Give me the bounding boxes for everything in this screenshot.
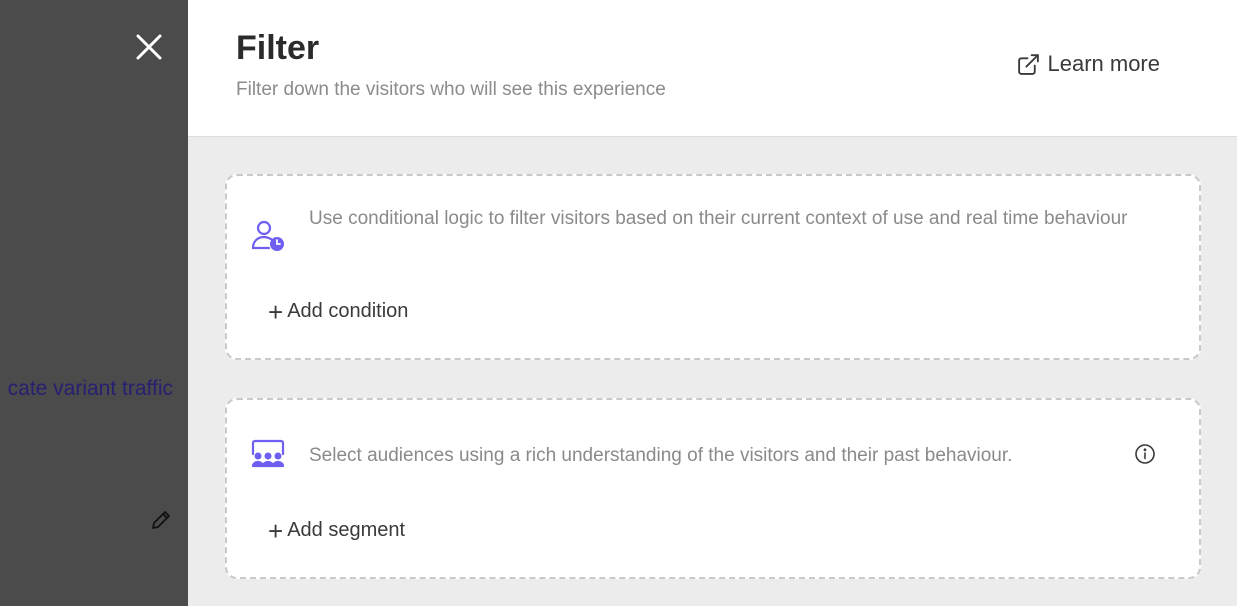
background-link-text: cate variant traffic (7, 377, 173, 400)
segment-description: Select audiences using a rich understand… (309, 445, 1013, 466)
filter-panel: Filter Filter down the visitors who will… (188, 0, 1237, 606)
user-clock-icon (250, 218, 286, 254)
external-link-icon (1018, 53, 1040, 75)
condition-description: Use conditional logic to filter visitors… (309, 208, 1128, 229)
page-subtitle: Filter down the visitors who will see th… (236, 79, 666, 100)
segment-card: Select audiences using a rich understand… (225, 398, 1201, 579)
plus-icon: + (268, 296, 284, 327)
learn-more-link[interactable]: Learn more (1016, 51, 1160, 77)
plus-icon: + (268, 515, 284, 546)
condition-card: Use conditional logic to filter visitors… (225, 174, 1201, 360)
close-button[interactable] (133, 31, 165, 63)
add-segment-button[interactable]: + Add segment (268, 515, 406, 546)
audience-icon (250, 438, 286, 474)
add-condition-label: Add condition (287, 300, 409, 322)
panel-header: Filter Filter down the visitors who will… (188, 0, 1237, 137)
info-icon[interactable] (1134, 443, 1156, 465)
background-overlay: cate variant traffic (0, 0, 188, 606)
learn-more-label: Learn more (1047, 51, 1160, 76)
add-segment-label: Add segment (287, 519, 406, 541)
page-title: Filter (236, 29, 320, 67)
pencil-icon (149, 508, 173, 532)
close-icon (136, 34, 162, 60)
add-condition-button[interactable]: + Add condition (268, 296, 409, 327)
